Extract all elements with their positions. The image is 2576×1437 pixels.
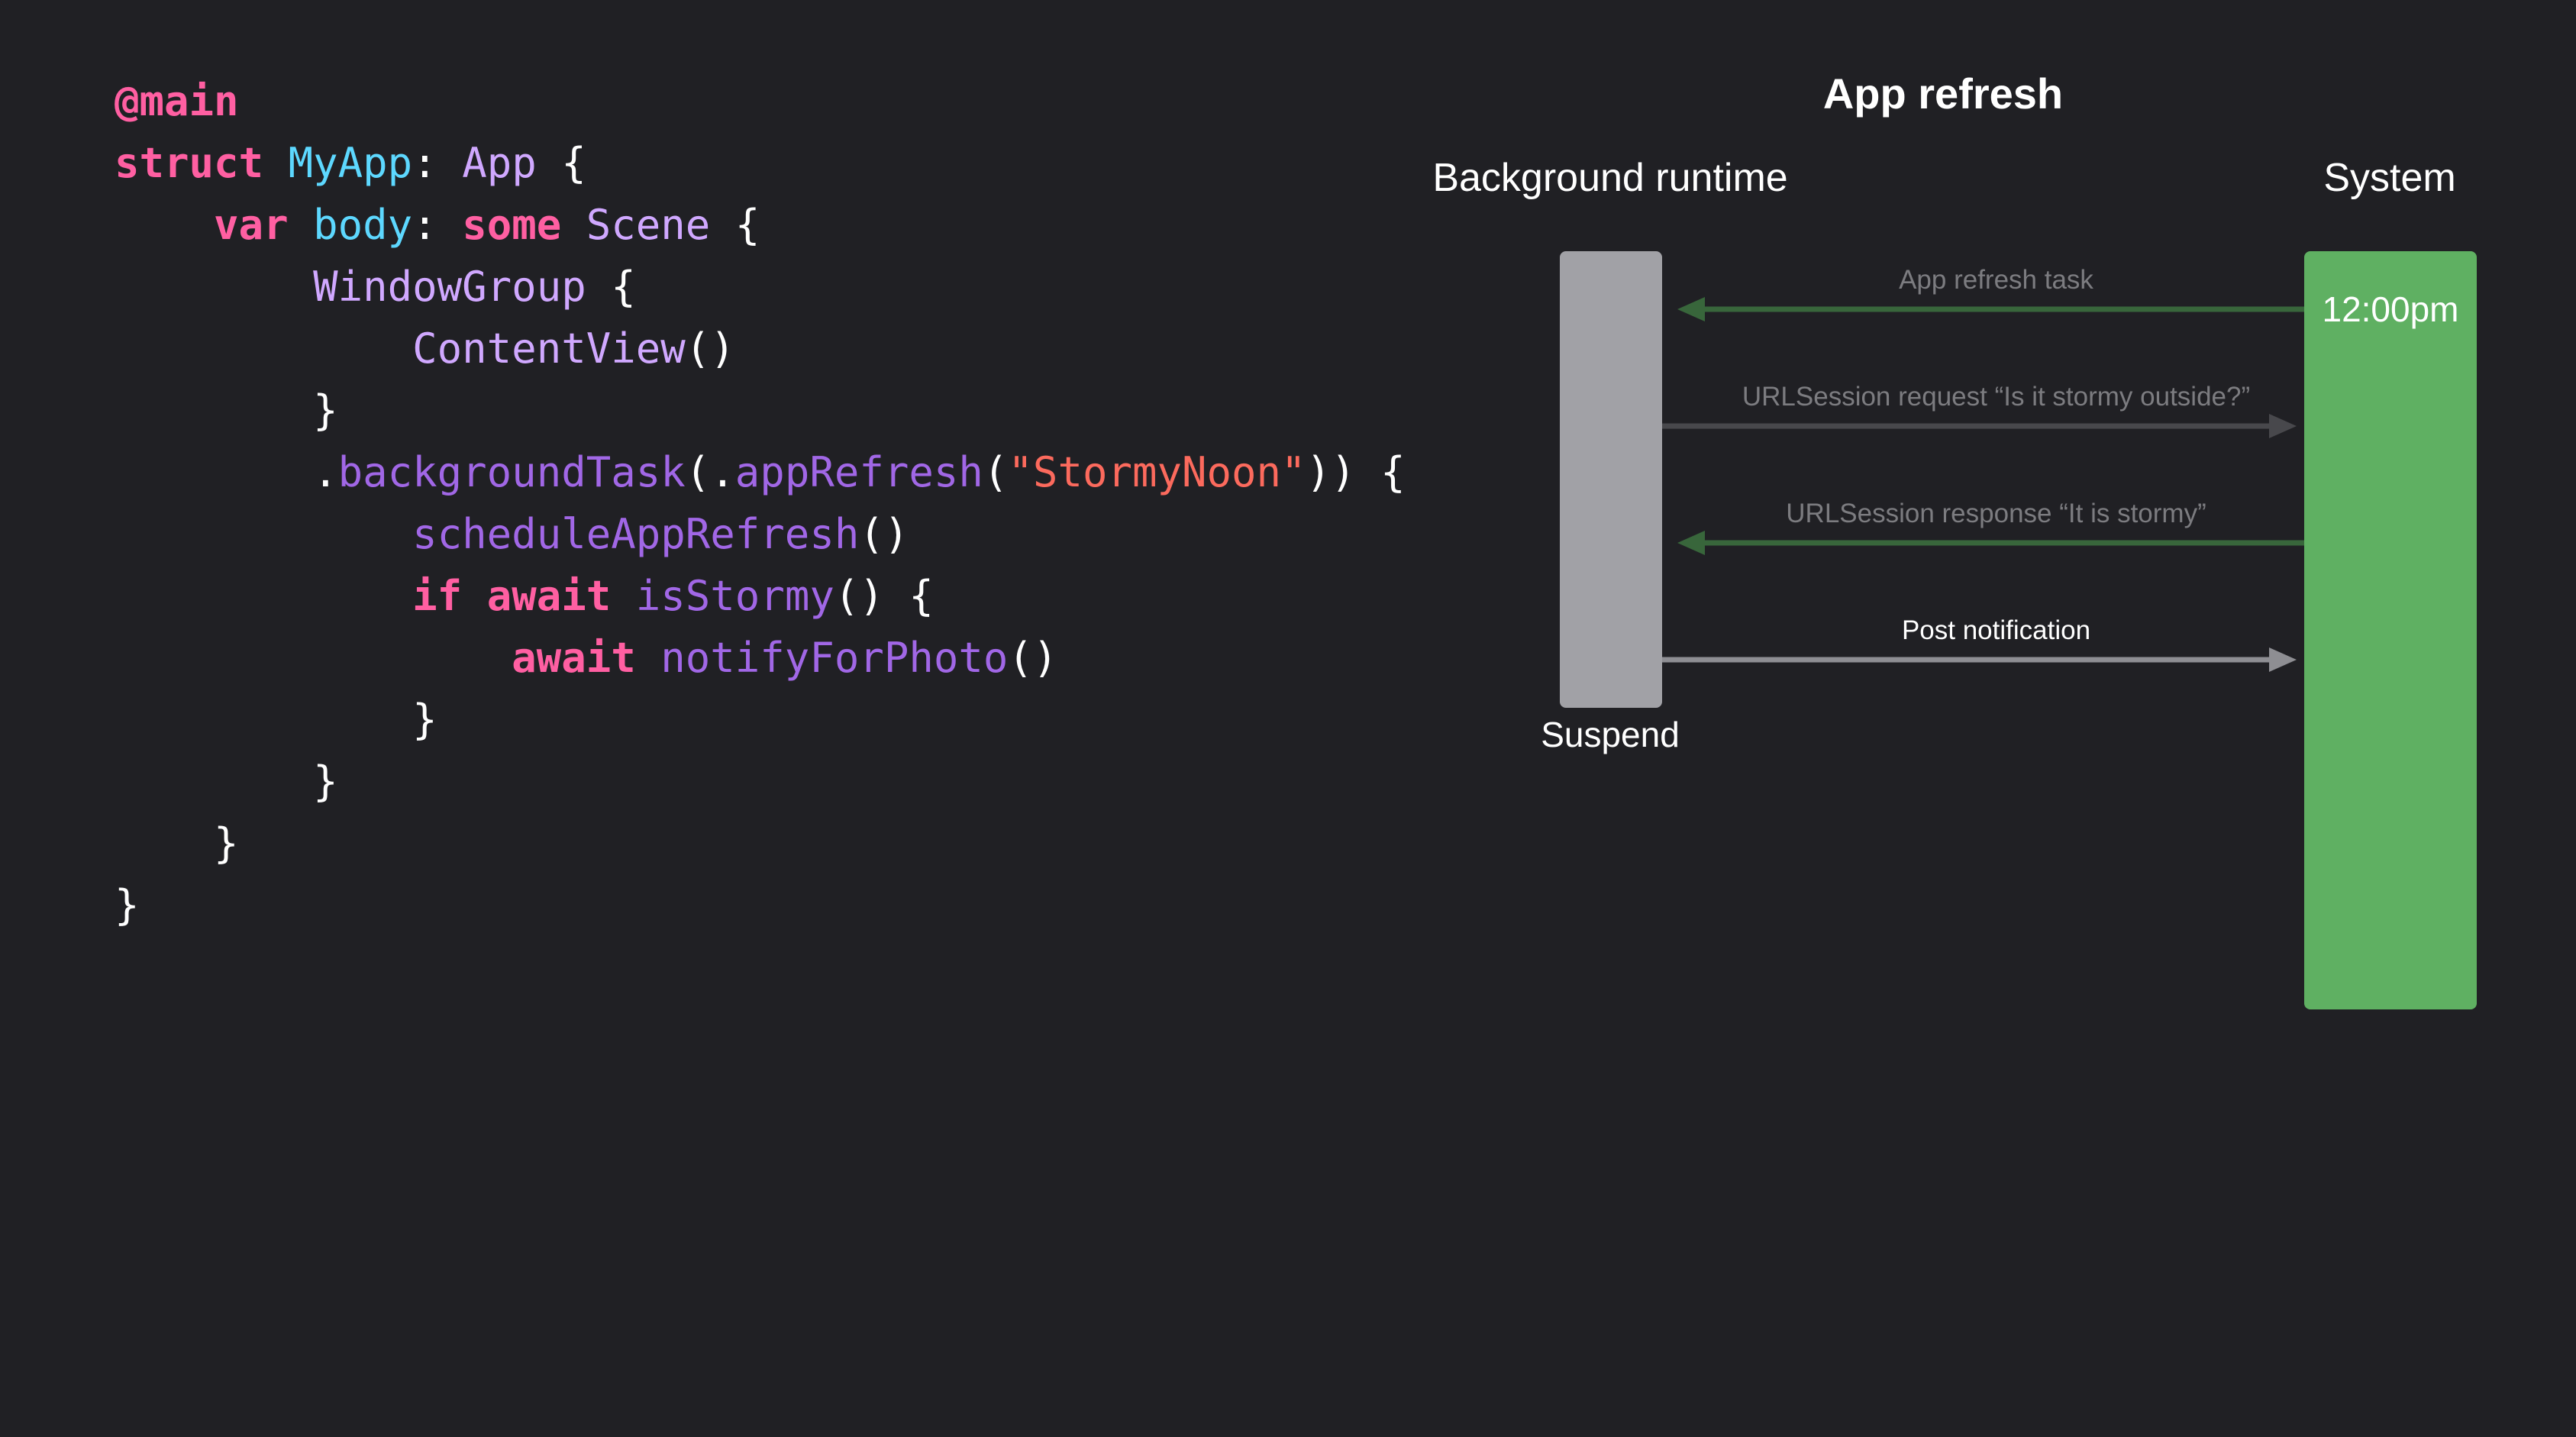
message-label: URLSession response “It is stormy” — [1786, 499, 2206, 528]
suspend-label: Suspend — [1541, 715, 1680, 754]
message-label: Post notification — [1901, 615, 2091, 645]
message-arrow — [1662, 414, 2297, 438]
message-arrows — [1662, 297, 2304, 672]
message-arrow — [1677, 297, 2304, 321]
message-label: URLSession request “Is it stormy outside… — [1742, 382, 2251, 412]
message-label: App refresh task — [1899, 265, 2093, 295]
message-arrow — [1677, 531, 2304, 555]
message-arrow — [1662, 647, 2297, 672]
